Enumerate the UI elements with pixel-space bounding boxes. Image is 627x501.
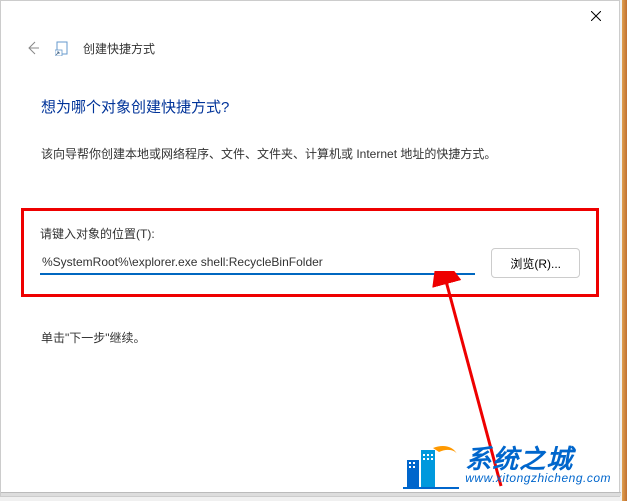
watermark-text: 系统之城 www.xitongzhicheng.com [465,446,611,484]
close-button[interactable] [573,1,619,31]
shortcut-icon [55,40,71,56]
path-input[interactable] [40,251,475,275]
bottom-border [1,492,621,496]
footer-instruction: 单击"下一步"继续。 [1,297,619,346]
dialog-window: 创建快捷方式 想为哪个对象创建快捷方式? 该向导帮你创建本地或网络程序、文件、文… [0,0,620,497]
header-row: 创建快捷方式 [1,33,619,58]
input-row: 浏览(R)... [40,248,580,278]
right-edge-decoration [622,0,627,501]
close-icon [591,11,601,21]
highlight-annotation: 请键入对象的位置(T): 浏览(R)... [21,208,599,297]
titlebar [1,1,619,33]
watermark: 系统之城 www.xitongzhicheng.com [403,440,611,490]
page-heading: 想为哪个对象创建快捷方式? [1,58,619,117]
watermark-name: 系统之城 [465,446,611,472]
back-button[interactable] [23,38,43,58]
back-arrow-icon [25,40,41,56]
description-text: 该向导帮你创建本地或网络程序、文件、文件夹、计算机或 Internet 地址的快… [1,117,619,163]
watermark-logo-icon [403,440,459,490]
window-title: 创建快捷方式 [83,40,155,57]
browse-button[interactable]: 浏览(R)... [491,248,580,278]
watermark-url: www.xitongzhicheng.com [465,472,611,484]
path-label: 请键入对象的位置(T): [40,225,580,242]
